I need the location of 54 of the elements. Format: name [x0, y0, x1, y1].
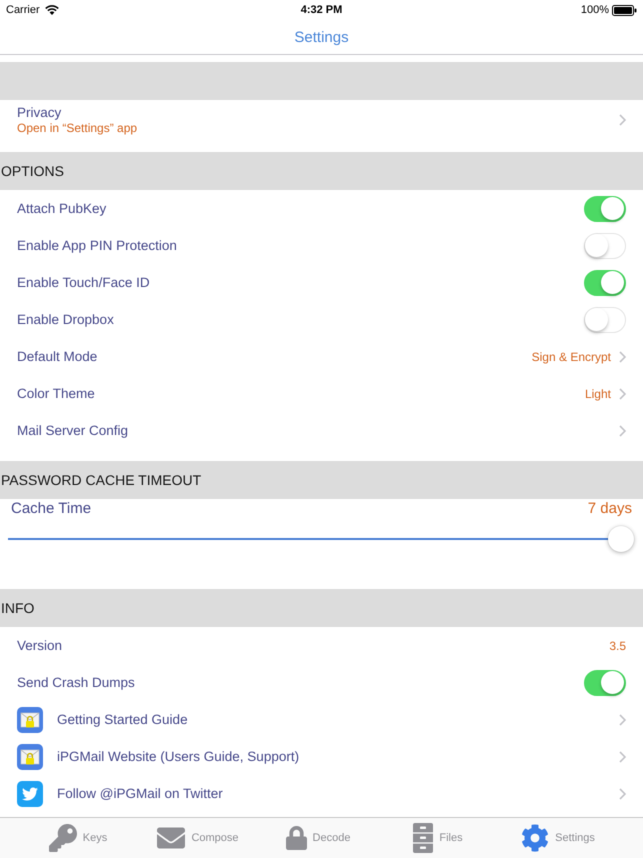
- setting-label: Enable App PIN Protection: [17, 238, 177, 253]
- setting-label: Color Theme: [17, 386, 95, 401]
- wifi-icon: [44, 5, 59, 15]
- setting-label: Mail Server Config: [17, 423, 128, 438]
- toggle-switch[interactable]: [584, 232, 626, 258]
- link-label[interactable]: Follow @iPGMail on Twitter: [57, 786, 223, 801]
- battery-percent: 100%: [580, 4, 609, 16]
- link-label[interactable]: Getting Started Guide: [57, 712, 188, 727]
- settings-icon: [521, 824, 550, 852]
- slider-label: Cache Time: [11, 500, 92, 516]
- chevron-icon: [619, 788, 626, 800]
- status-time: 4:32 PM: [300, 4, 342, 16]
- toggle-switch[interactable]: [584, 270, 626, 296]
- slider-reading: 7 days: [588, 500, 632, 516]
- setting-label: Enable Dropbox: [17, 312, 114, 327]
- setting-subtitle: Open in “Settings” app: [17, 121, 138, 135]
- app-icon: [17, 706, 43, 732]
- chevron-icon: [619, 714, 626, 726]
- slider-track[interactable]: [8, 525, 634, 553]
- toggle-switch[interactable]: [584, 306, 626, 332]
- setting-value: Sign & Encrypt: [532, 350, 611, 364]
- setting-label: Version: [17, 638, 62, 653]
- section-header: PASSWORD CACHE TIMEOUT: [0, 461, 643, 499]
- setting-label: Enable Touch/Face ID: [17, 275, 150, 290]
- lock-icon: [286, 826, 307, 850]
- chevron-icon: [619, 750, 626, 762]
- app-icon: [17, 744, 43, 770]
- chevron-icon: [619, 388, 626, 400]
- tab-item[interactable]: Decode: [286, 826, 350, 850]
- chevron-icon: [619, 424, 626, 436]
- section-header: OPTIONS: [0, 152, 643, 190]
- tab-item[interactable]: Files: [413, 823, 463, 853]
- setting-value: 3.5: [609, 638, 626, 652]
- twitter-icon: [17, 780, 43, 806]
- key-icon: [48, 824, 77, 852]
- setting-label: Attach PubKey: [17, 201, 106, 216]
- slider-thumb[interactable]: [608, 526, 634, 552]
- setting-label: Privacy: [17, 105, 62, 120]
- nav-title: Settings: [294, 28, 349, 46]
- section-header: INFO: [0, 589, 643, 627]
- chevron-icon: [619, 114, 626, 126]
- tab-item[interactable]: Settings: [521, 824, 595, 852]
- setting-label: Default Mode: [17, 349, 98, 364]
- setting-label: Send Crash Dumps: [17, 675, 135, 690]
- file-cabinet-icon: [413, 823, 434, 853]
- carrier-label: Carrier: [6, 4, 40, 16]
- tab-item[interactable]: Keys: [48, 824, 108, 852]
- tab-item[interactable]: Compose: [157, 824, 239, 852]
- toggle-switch[interactable]: [584, 196, 626, 222]
- battery-icon: [612, 4, 637, 16]
- toggle-switch[interactable]: [584, 670, 626, 696]
- chevron-icon: [619, 350, 626, 362]
- link-label[interactable]: iPGMail Website (Users Guide, Support): [57, 749, 300, 764]
- setting-value: Light: [584, 386, 611, 400]
